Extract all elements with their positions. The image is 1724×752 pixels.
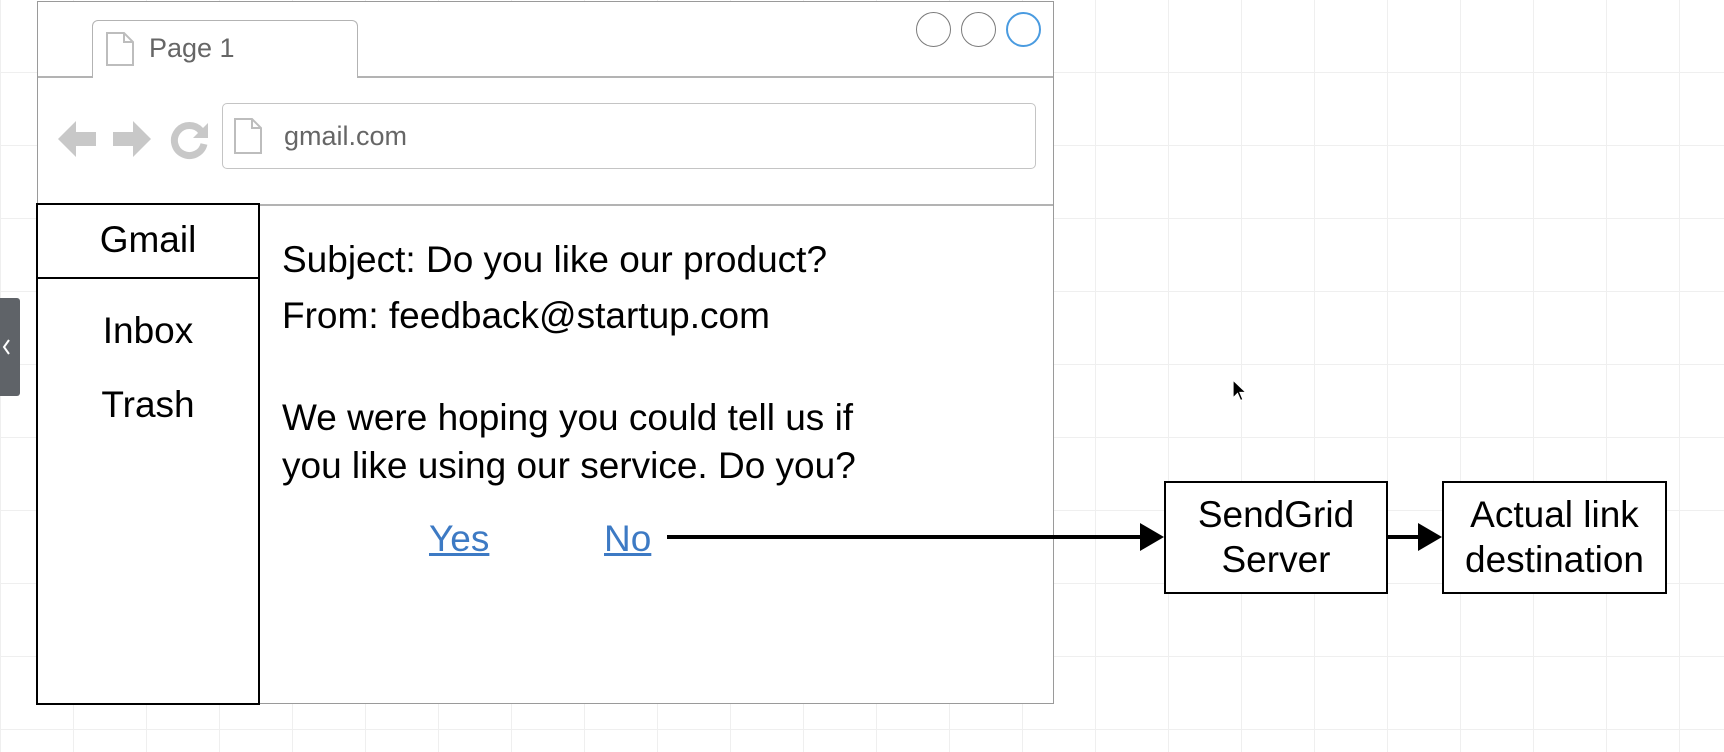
sendgrid-server-box: SendGrid Server <box>1164 481 1388 594</box>
destination-label-line-2: destination <box>1465 538 1644 580</box>
sendgrid-label-line-2: Server <box>1221 538 1331 580</box>
sendgrid-label-line-1: SendGrid <box>1197 494 1355 536</box>
mouse-cursor-icon <box>1232 379 1248 402</box>
arrow-sendgrid-to-destination <box>1388 523 1442 551</box>
destination-label-line-1: Actual link <box>1470 494 1639 536</box>
link-destination-box: Actual link destination <box>1442 481 1667 594</box>
connector-arrows <box>667 523 1442 551</box>
arrow-no-to-sendgrid <box>667 523 1164 551</box>
